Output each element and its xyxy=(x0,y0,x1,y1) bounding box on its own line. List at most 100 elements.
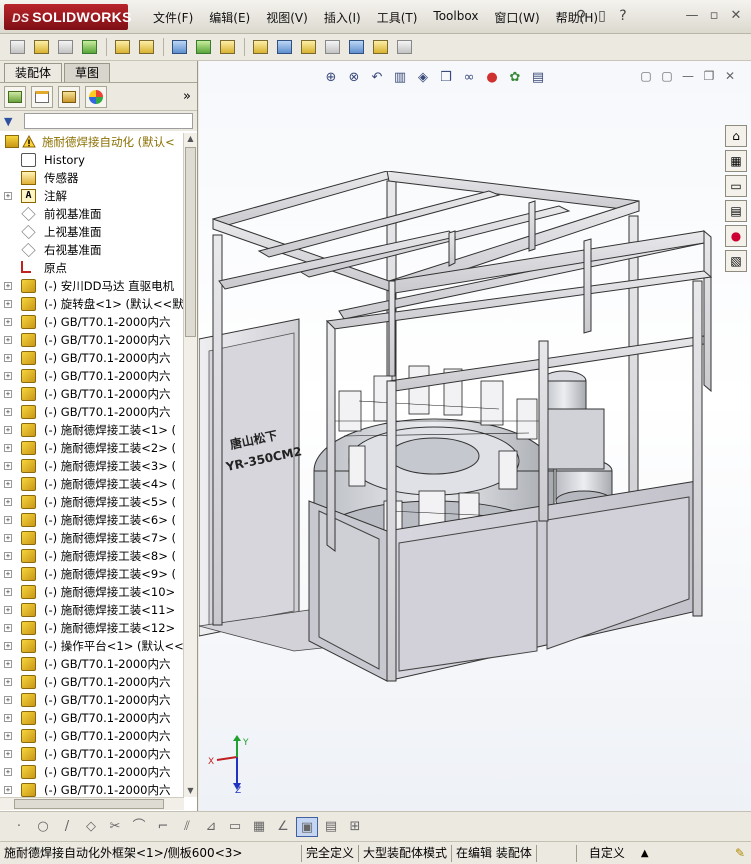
expand-icon[interactable]: + xyxy=(4,642,12,650)
tree-item[interactable]: + (-) 施耐德焊接工装<6> ( xyxy=(0,511,184,529)
tree-item[interactable]: + (-) GB/T70.1-2000内六 xyxy=(0,313,184,331)
tree-item[interactable]: 传感器 xyxy=(0,169,184,187)
property-manager-icon[interactable] xyxy=(31,85,53,108)
tree-item[interactable]: 前视基准面 xyxy=(0,205,184,223)
rebuild-status-icon[interactable]: ✎ xyxy=(735,846,745,860)
view-palette-icon[interactable]: ▤ xyxy=(725,200,747,222)
shaded-view-icon[interactable]: ▣ xyxy=(296,816,318,837)
tree-item[interactable]: + (-) 施耐德焊接工装<7> ( xyxy=(0,529,184,547)
expand-icon[interactable]: + xyxy=(4,318,12,326)
filter-input[interactable] xyxy=(24,113,193,129)
tree-horizontal-scrollbar[interactable] xyxy=(0,797,184,810)
scroll-up-icon[interactable]: ▲ xyxy=(185,133,196,145)
tree-item[interactable]: + (-) GB/T70.1-2000内六 xyxy=(0,691,184,709)
expand-icon[interactable]: + xyxy=(4,390,12,398)
clearance-verification-icon[interactable] xyxy=(369,37,391,57)
custom-properties-icon[interactable]: ▧ xyxy=(725,250,747,272)
edit-component-icon[interactable] xyxy=(6,37,28,57)
expand-icon[interactable]: + xyxy=(4,678,12,686)
configuration-manager-icon[interactable] xyxy=(58,85,80,108)
viewport-tile2-icon[interactable]: ▢ xyxy=(660,69,674,83)
tree-item[interactable]: + (-) GB/T70.1-2000内六 xyxy=(0,367,184,385)
edit-appearance-icon[interactable]: ● xyxy=(482,69,502,87)
help-icon[interactable]: ? xyxy=(614,7,632,25)
apply-scene-icon[interactable]: ✿ xyxy=(505,69,525,87)
zoom-area-icon[interactable]: ⊗ xyxy=(344,69,364,87)
tree-item[interactable]: + (-) 施耐德焊接工装<11> xyxy=(0,601,184,619)
graphics-area[interactable]: ◂ ⊕ ⊗ ↶ ▥ ◈ ❒ ∞ ● ✿ ▤ ▢ ▢ — ❐ ✕ ⌂ ▦ ▭ ▤ … xyxy=(199,61,751,811)
close-icon[interactable]: ✕ xyxy=(729,8,743,23)
expand-icon[interactable]: + xyxy=(4,480,12,488)
offset-icon[interactable]: ⫽ xyxy=(176,817,198,837)
tree-item[interactable]: + (-) GB/T70.1-2000内六 xyxy=(0,403,184,421)
feature-tree-icon[interactable] xyxy=(4,85,26,108)
expand-icon[interactable]: + xyxy=(4,696,12,704)
tree-item[interactable]: 原点 xyxy=(0,259,184,277)
expand-icon[interactable]: + xyxy=(4,516,12,524)
tree-item[interactable]: + A 注解 xyxy=(0,187,184,205)
expand-icon[interactable]: + xyxy=(4,192,12,200)
assembly-model-view[interactable]: 唐山松下 YR-350CM2 xyxy=(199,171,719,751)
units-dropdown-icon[interactable]: ▲ xyxy=(641,848,649,859)
expand-icon[interactable]: + xyxy=(4,534,12,542)
mirror-icon[interactable]: ⊿ xyxy=(200,817,222,837)
reference-geometry-icon[interactable] xyxy=(216,37,238,57)
expand-icon[interactable]: + xyxy=(4,714,12,722)
view-settings-icon[interactable]: ▤ xyxy=(528,69,548,87)
expand-icon[interactable]: + xyxy=(4,786,12,794)
tree-item[interactable]: + (-) 施耐德焊接工装<1> ( xyxy=(0,421,184,439)
new-document-icon[interactable]: ▯ xyxy=(593,7,611,25)
expand-icon[interactable]: + xyxy=(4,732,12,740)
expand-icon[interactable]: + xyxy=(4,426,12,434)
hscroll-thumb[interactable] xyxy=(14,799,164,809)
tree-item[interactable]: + (-) GB/T70.1-2000内六 xyxy=(0,385,184,403)
expand-icon[interactable]: + xyxy=(4,372,12,380)
display-style-icon[interactable]: ❒ xyxy=(436,69,456,87)
explode-line-sketch-icon[interactable] xyxy=(321,37,343,57)
tree-item[interactable]: + (-) 操作平台<1> (默认<< xyxy=(0,637,184,655)
display-manager-icon[interactable] xyxy=(85,85,107,108)
ellipse-icon[interactable]: ◇ xyxy=(80,817,102,837)
tree-item[interactable]: + (-) GB/T70.1-2000内六 xyxy=(0,745,184,763)
tree-item[interactable]: + (-) 施耐德焊接工装<5> ( xyxy=(0,493,184,511)
expand-icon[interactable]: + xyxy=(4,552,12,560)
expand-icon[interactable]: + xyxy=(4,588,12,596)
scroll-thumb[interactable] xyxy=(185,147,196,337)
tab-assembly[interactable]: 装配体 xyxy=(4,63,63,82)
tree-item[interactable]: + (-) GB/T70.1-2000内六 xyxy=(0,655,184,673)
tab-sketch[interactable]: 草图 xyxy=(64,63,111,82)
show-hidden-icon[interactable] xyxy=(168,37,190,57)
menu-item-2[interactable]: 视图(V) xyxy=(258,9,316,26)
tree-item[interactable]: + (-) 施耐德焊接工装<8> ( xyxy=(0,547,184,565)
viewport-tile-icon[interactable]: ▢ xyxy=(639,69,653,83)
expand-icon[interactable]: + xyxy=(4,300,12,308)
tree-item[interactable]: + (-) 旋转盘<1> (默认<<默 xyxy=(0,295,184,313)
menu-item-4[interactable]: 工具(T) xyxy=(369,9,426,26)
filter-icon[interactable]: ▼ xyxy=(4,115,24,128)
viewport-close-icon[interactable]: ✕ xyxy=(723,69,737,83)
move-component-icon[interactable] xyxy=(111,37,133,57)
hide-show-items-icon[interactable]: ∞ xyxy=(459,69,479,87)
expand-icon[interactable]: + xyxy=(4,768,12,776)
tree-item[interactable]: + (-) GB/T70.1-2000内六 xyxy=(0,727,184,745)
tree-item[interactable]: 上视基准面 xyxy=(0,223,184,241)
line-icon[interactable]: / xyxy=(56,817,78,837)
viewport-restore-icon[interactable]: ❐ xyxy=(702,69,716,83)
arc-icon[interactable]: ⌒ xyxy=(128,817,150,837)
assembly-features-icon[interactable] xyxy=(192,37,214,57)
component-pattern-icon[interactable] xyxy=(78,37,100,57)
tree-item[interactable]: + (-) GB/T70.1-2000内六 xyxy=(0,331,184,349)
tree-root[interactable]: 施耐德焊接自动化 (默认< xyxy=(0,133,184,151)
tree-item[interactable]: + (-) 施耐德焊接工装<12> xyxy=(0,619,184,637)
single-view-icon[interactable]: ▤ xyxy=(320,817,342,837)
interference-detection-icon[interactable] xyxy=(345,37,367,57)
scroll-down-icon[interactable]: ▼ xyxy=(185,785,196,797)
tree-item[interactable]: + (-) GB/T70.1-2000内六 xyxy=(0,781,184,797)
sketch-fillet-icon[interactable]: ⌐ xyxy=(152,817,174,837)
status-units[interactable]: 自定义 xyxy=(585,845,629,862)
file-explorer-icon[interactable]: ▭ xyxy=(725,175,747,197)
exploded-view-icon[interactable] xyxy=(297,37,319,57)
mate-icon[interactable] xyxy=(54,37,76,57)
tree-item[interactable]: + (-) GB/T70.1-2000内六 xyxy=(0,349,184,367)
minimize-icon[interactable]: — xyxy=(685,8,699,23)
